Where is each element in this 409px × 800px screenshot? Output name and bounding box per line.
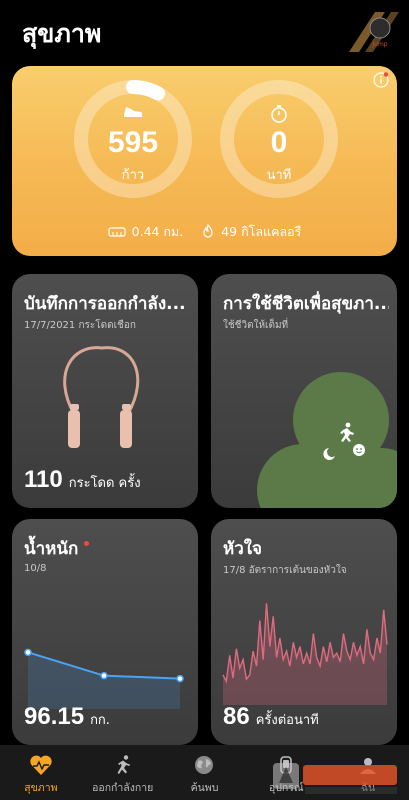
distance-value: 0.44 กม. [131,224,184,239]
watermark-logo-icon [273,763,397,794]
new-data-dot [84,540,90,546]
steps-ring[interactable]: 595 ก้าว [72,78,194,200]
heart-card-date: 17/8 อัตราการเต้นของหัวใจ [223,565,347,576]
heart-rate-unit: ครั้งต่อนาที [255,713,319,728]
nav-item-discover[interactable]: ค้นพบ [164,745,244,796]
weight-card-title-row: น้ำหนัก [24,535,190,562]
svg-text:Jump: Jump [371,41,387,48]
heart-rate-value: 86 [223,703,250,730]
heart-card-value: 86 ครั้งต่อนาที [223,703,319,731]
exercise-unit: กระโดด ครั้ง [68,476,141,491]
exercise-record-card[interactable]: บันทึกการออกกำลัง... 17/7/2021 กระโดดเชื… [12,274,198,508]
globe-icon [195,756,214,774]
heart-rate-area [223,603,387,705]
exercise-count: 110 [24,466,63,493]
runner-icon [117,755,130,774]
exercise-card-date: 17/7/2021 กระโดดเชือก [24,320,136,331]
shoe-icon [124,107,143,117]
clover-graphic [257,372,397,508]
healthy-living-subtitle: ใช้ชีวิตให้เต็มที่ [223,320,289,331]
weight-point [176,674,184,683]
steps-value: 595 [107,126,159,159]
brand-logo-icon: Jump [349,12,399,52]
active-minutes-ring[interactable]: 0 นาที [218,78,340,200]
summary-footer: 0.44 กม. 49 กิโลแคลอรี [12,222,397,242]
heart-card-title: หัวใจ [223,539,263,559]
minutes-unit: นาที [266,168,292,183]
weight-value: 96.15 [24,703,85,730]
weight-point [24,648,32,657]
heart-rate-card[interactable]: หัวใจ 17/8 อัตราการเต้นของหัวใจ 86 ครั้ง… [211,519,397,745]
healthy-living-card[interactable]: การใช้ชีวิตเพื่อสุขภา... ใช้ชีวิตให้เต็ม… [211,274,397,508]
nav-label-health: สุขภาพ [24,782,58,794]
smile-icon [353,444,365,456]
flame-icon [203,224,213,238]
activity-summary-card[interactable]: 595 ก้าว 0 นาที 0.44 กม. 49 กิโลแคลอรี [12,66,397,256]
nav-label-exercise: ออกกำลังกาย [92,782,154,794]
stopwatch-icon [271,105,287,123]
heart-icon [30,755,52,775]
weight-card-title: น้ำหนัก [24,539,79,559]
nav-item-health[interactable]: สุขภาพ [1,745,81,796]
weight-card-value: 96.15 กก. [24,703,110,731]
header: สุขภาพ Jump [0,0,409,60]
nav-label-discover: ค้นพบ [190,782,219,794]
info-icon[interactable] [373,72,389,88]
weight-area [28,652,180,709]
exercise-card-title: บันทึกการออกกำลัง... [24,294,186,314]
jump-rope-icon [63,346,140,448]
ruler-icon [108,227,126,237]
weight-card-date: 10/8 [24,563,47,574]
exercise-card-value: 110 กระโดด ครั้ง [24,466,141,494]
nav-item-exercise[interactable]: ออกกำลังกาย [83,745,163,796]
distance-stat: 0.44 กม. [108,222,184,242]
page-title: สุขภาพ [22,19,102,48]
minutes-value: 0 [270,126,288,159]
calories-value: 49 กิโลแคลอรี [221,224,302,239]
heart-rate-trend-chart [222,603,388,705]
weight-point [100,671,108,680]
healthy-living-title: การใช้ชีวิตเพื่อสุขภา... [223,294,389,314]
steps-unit: ก้าว [121,168,145,183]
weight-card[interactable]: น้ำหนัก 10/8 96.15 กก. [12,519,198,745]
calories-stat: 49 กิโลแคลอรี [201,222,301,242]
weight-unit: กก. [90,713,110,728]
